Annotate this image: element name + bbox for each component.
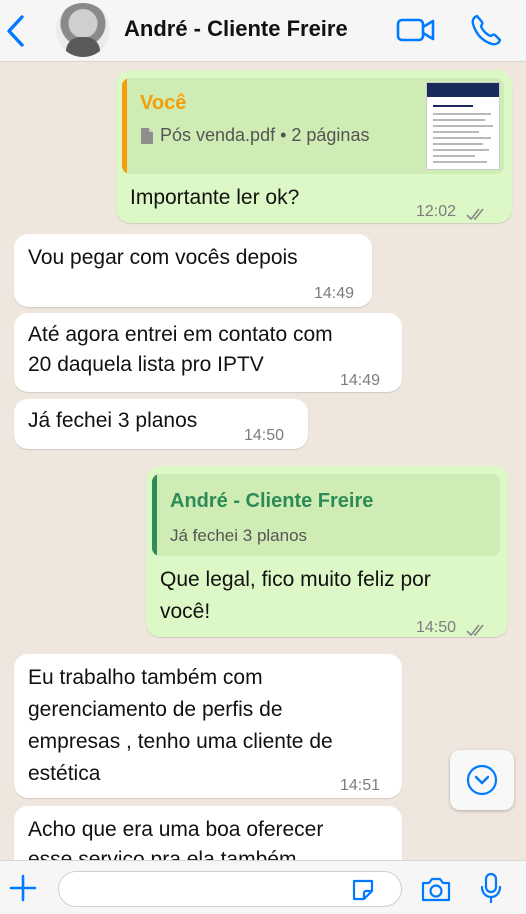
message-text-line-1: Acho que era uma boa oferecer (28, 818, 324, 841)
chevron-down-icon (466, 764, 498, 796)
back-chevron-icon[interactable] (4, 14, 28, 48)
video-call-icon[interactable] (396, 14, 436, 46)
contact-avatar[interactable] (56, 3, 110, 57)
message-time: 14:50 (416, 619, 457, 636)
message-time: 12:02 (416, 203, 457, 220)
scroll-to-bottom-button[interactable] (450, 750, 514, 810)
message-text: Vou pegar com vocês depois (28, 246, 298, 269)
file-name: Pós venda.pdf • 2 páginas (160, 125, 370, 145)
quote-bar (152, 474, 157, 556)
message-incoming[interactable]: Acho que era uma boa oferecer esse servi… (14, 806, 402, 860)
message-text-line-1: Que legal, fico muito feliz por (160, 568, 431, 591)
message-text-line-2: gerenciamento de perfis de (28, 698, 283, 721)
message-text-line-2: você! (160, 600, 211, 623)
message-time: 14:50 (244, 427, 285, 444)
message-time: 14:49 (340, 372, 381, 389)
quoted-message[interactable]: André - Cliente Freire Já fechei 3 plano… (152, 474, 500, 556)
quote-sender: Você (140, 92, 187, 114)
message-incoming[interactable]: Já fechei 3 planos 14:50 (14, 399, 308, 449)
message-text-line-2: esse serviço pra ela também (28, 848, 297, 860)
phone-icon[interactable] (470, 13, 502, 47)
message-incoming[interactable]: Até agora entrei em contato com 20 daque… (14, 313, 402, 392)
message-incoming[interactable]: Vou pegar com vocês depois 14:49 (14, 234, 372, 307)
sticker-icon[interactable] (350, 877, 376, 903)
message-text-line-3: empresas , tenho uma cliente de (28, 730, 333, 753)
quote-text: Já fechei 3 planos (170, 526, 308, 545)
plus-icon[interactable] (8, 873, 38, 903)
pdf-file-icon (140, 123, 154, 144)
pdf-thumbnail (426, 82, 500, 170)
double-check-icon (466, 615, 488, 637)
message-incoming[interactable]: Eu trabalho também com gerenciamento de … (14, 654, 402, 798)
message-time: 14:51 (340, 777, 381, 794)
message-time: 14:49 (314, 285, 355, 302)
message-text-line-2: 20 daquela lista pro IPTV (28, 353, 264, 376)
message-text-line-1: Eu trabalho também com (28, 666, 263, 689)
message-list[interactable]: Você Pós venda.pdf • 2 páginas Important… (0, 62, 526, 860)
contact-name[interactable]: André - Cliente Freire (124, 16, 348, 42)
quote-sender: André - Cliente Freire (170, 490, 374, 512)
message-text-line-1: Até agora entrei em contato com (28, 323, 333, 346)
double-check-icon (466, 199, 488, 221)
message-text-line-4: estética (28, 762, 101, 785)
message-text: Importante ler ok? (130, 186, 300, 209)
composer-bar (0, 860, 526, 914)
message-outgoing[interactable]: André - Cliente Freire Já fechei 3 plano… (146, 466, 508, 637)
file-attachment-preview[interactable]: Você Pós venda.pdf • 2 páginas (122, 78, 504, 174)
camera-icon[interactable] (420, 875, 452, 903)
quote-bar (122, 78, 127, 174)
microphone-icon[interactable] (480, 872, 502, 904)
message-outgoing[interactable]: Você Pós venda.pdf • 2 páginas Important… (116, 70, 512, 223)
chat-header: André - Cliente Freire (0, 0, 526, 62)
message-text: Já fechei 3 planos (28, 409, 198, 432)
